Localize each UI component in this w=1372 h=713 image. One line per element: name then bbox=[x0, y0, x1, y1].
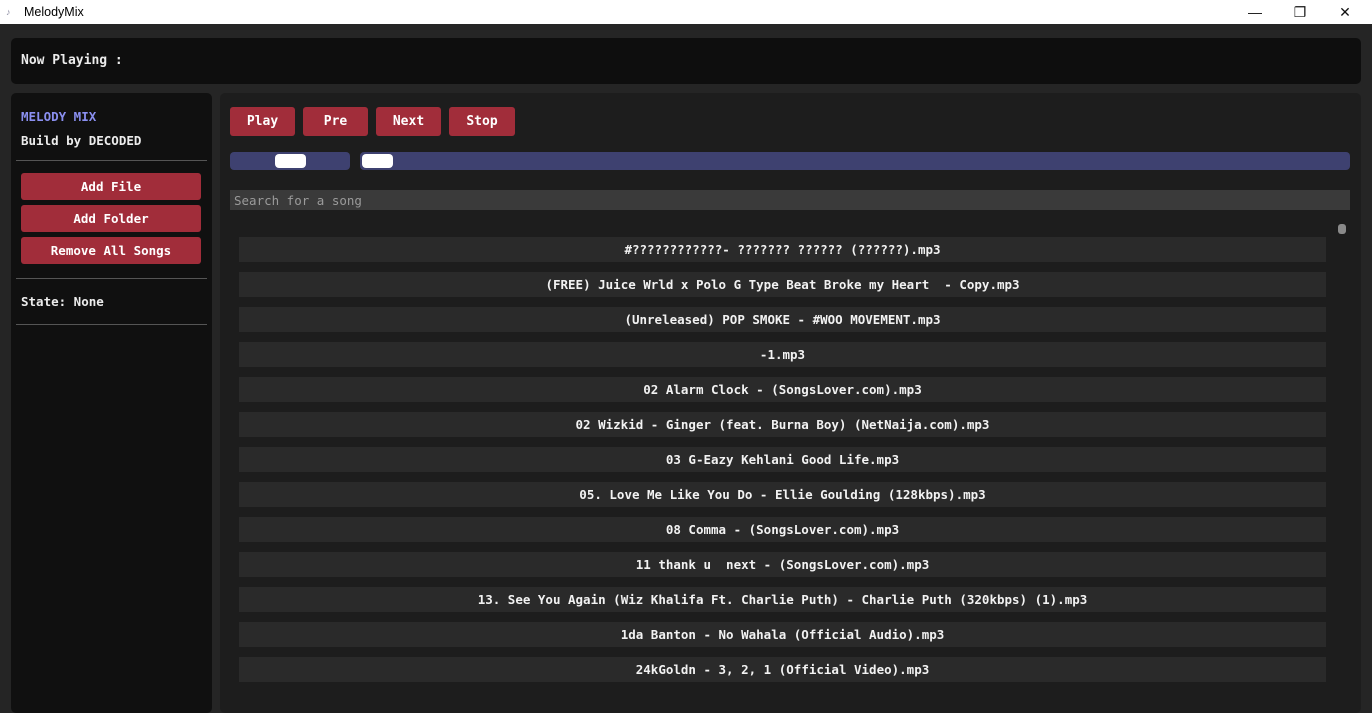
state-label: State: None bbox=[21, 294, 104, 309]
maximize-button[interactable]: ❐ bbox=[1277, 0, 1323, 24]
close-button[interactable]: ✕ bbox=[1322, 0, 1368, 24]
search-input[interactable] bbox=[230, 190, 1350, 210]
minimize-button[interactable]: — bbox=[1232, 0, 1278, 24]
song-list-item[interactable]: 08 Comma - (SongsLover.com).mp3 bbox=[239, 517, 1326, 542]
song-list-item[interactable]: (FREE) Juice Wrld x Polo G Type Beat Bro… bbox=[239, 272, 1326, 297]
song-list-item[interactable]: 13. See You Again (Wiz Khalifa Ft. Charl… bbox=[239, 587, 1326, 612]
song-list-item[interactable]: (Unreleased) POP SMOKE - #WOO MOVEMENT.m… bbox=[239, 307, 1326, 332]
song-list-item[interactable]: 03 G-Eazy Kehlani Good Life.mp3 bbox=[239, 447, 1326, 472]
volume-slider[interactable] bbox=[230, 152, 350, 170]
song-list-item[interactable]: 1da Banton - No Wahala (Official Audio).… bbox=[239, 622, 1326, 647]
play-button[interactable]: Play bbox=[230, 107, 295, 136]
song-list-item[interactable]: #????????????- ??????? ?????? (??????).m… bbox=[239, 237, 1326, 262]
song-list-item[interactable]: -1.mp3 bbox=[239, 342, 1326, 367]
volume-slider-handle[interactable] bbox=[274, 154, 306, 168]
progress-slider[interactable] bbox=[360, 152, 1350, 170]
sidebar: MELODY MIX Build by DECODED Add File Add… bbox=[11, 93, 212, 713]
song-list-item[interactable]: 02 Wizkid - Ginger (feat. Burna Boy) (Ne… bbox=[239, 412, 1326, 437]
window-body: Now Playing : MELODY MIX Build by DECODE… bbox=[0, 24, 1372, 713]
song-list: #????????????- ??????? ?????? (??????).m… bbox=[239, 237, 1327, 700]
now-playing-label: Now Playing : bbox=[21, 53, 123, 68]
remove-all-songs-button[interactable]: Remove All Songs bbox=[21, 237, 201, 264]
progress-slider-handle[interactable] bbox=[362, 154, 393, 168]
previous-button[interactable]: Pre bbox=[303, 107, 368, 136]
brand-title: MELODY MIX bbox=[21, 109, 97, 124]
divider bbox=[16, 324, 207, 325]
next-button[interactable]: Next bbox=[376, 107, 441, 136]
divider bbox=[16, 160, 207, 161]
window-title: MelodyMix bbox=[24, 5, 84, 19]
main-panel: Play Pre Next Stop #????????????- ??????… bbox=[220, 93, 1361, 713]
music-icon: ♪ bbox=[6, 7, 11, 17]
song-list-item[interactable]: 02 Alarm Clock - (SongsLover.com).mp3 bbox=[239, 377, 1326, 402]
add-file-button[interactable]: Add File bbox=[21, 173, 201, 200]
song-list-item[interactable]: 24kGoldn - 3, 2, 1 (Official Video).mp3 bbox=[239, 657, 1326, 682]
build-credit: Build by DECODED bbox=[21, 133, 142, 148]
song-list-scrollbar[interactable] bbox=[1338, 224, 1346, 234]
song-list-item[interactable]: 11 thank u next - (SongsLover.com).mp3 bbox=[239, 552, 1326, 577]
title-bar: ♪ MelodyMix — ❐ ✕ bbox=[0, 0, 1372, 24]
song-list-item[interactable]: 05. Love Me Like You Do - Ellie Goulding… bbox=[239, 482, 1326, 507]
divider bbox=[16, 278, 207, 279]
now-playing-bar: Now Playing : bbox=[11, 38, 1361, 84]
stop-button[interactable]: Stop bbox=[449, 107, 515, 136]
add-folder-button[interactable]: Add Folder bbox=[21, 205, 201, 232]
